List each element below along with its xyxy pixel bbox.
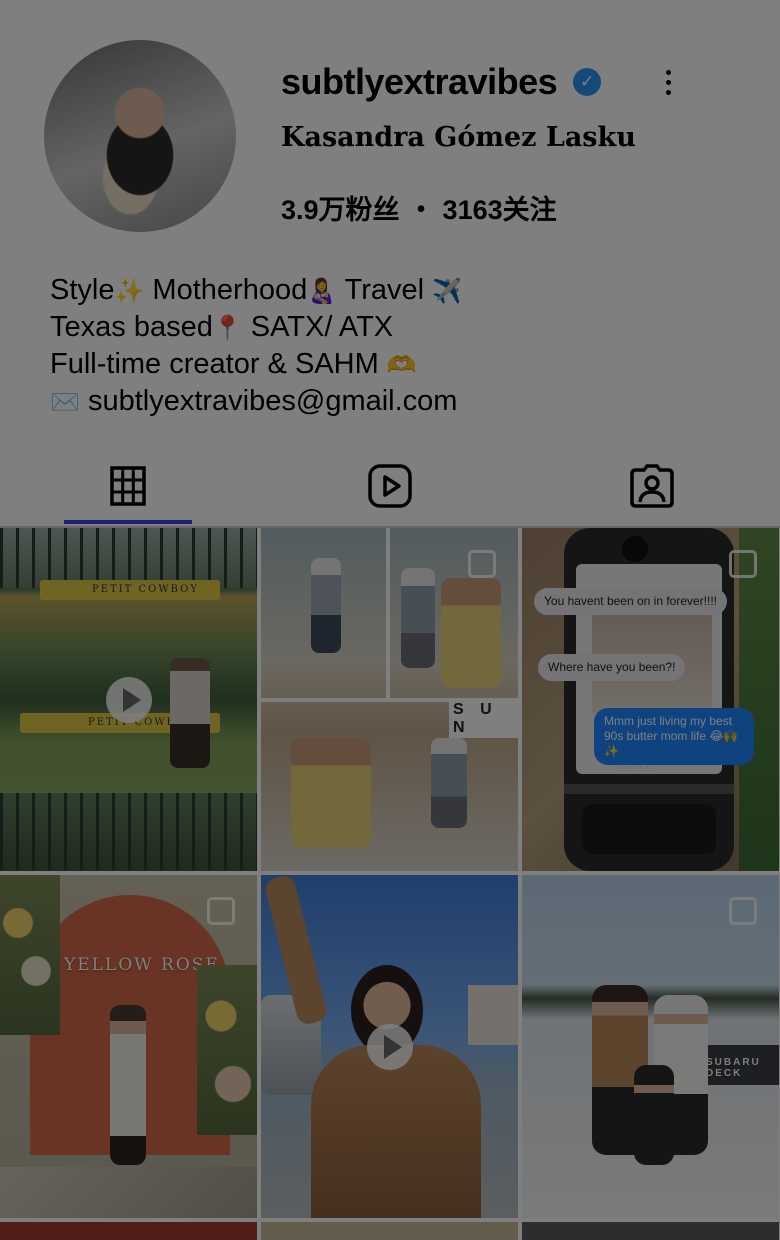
bio-line: Style✨ Motherhood👩‍🍼 Travel ✈️ xyxy=(50,272,462,309)
tab-tagged[interactable] xyxy=(588,448,716,524)
reels-icon xyxy=(368,464,412,508)
bio-text: Style xyxy=(50,274,115,306)
phone-hinge xyxy=(564,784,734,794)
profile-tabs xyxy=(0,448,780,528)
post-thumbnail[interactable]: SUBARU DECK xyxy=(522,875,779,1218)
tab-posts[interactable] xyxy=(64,448,192,524)
phone-camera xyxy=(622,536,648,562)
person-figure xyxy=(170,658,210,768)
mother-icon: 👩‍🍼 xyxy=(307,277,338,305)
person-coat xyxy=(311,1045,481,1218)
post-thumbnail[interactable] xyxy=(261,875,518,1218)
post-thumbnail[interactable] xyxy=(522,1222,779,1240)
post-thumbnail[interactable]: SCRL You havent been on in forever!!!! W… xyxy=(522,528,779,871)
heart-hands-icon: 🫶 xyxy=(386,351,417,379)
profile-bio: Style✨ Motherhood👩‍🍼 Travel ✈️ Texas bas… xyxy=(50,272,462,420)
carousel-icon xyxy=(207,897,235,925)
post-thumbnail[interactable]: YELLOW ROSE xyxy=(0,875,257,1218)
bio-line: Full-time creator & SAHM 🫶 xyxy=(50,346,462,383)
post-sign-text: SUBARU DECK xyxy=(706,1057,761,1079)
message-bubble: Mmm just living my best 90s butter mom li… xyxy=(594,708,754,765)
bio-line: ✉️ subtlyextravibes@gmail.com xyxy=(50,383,462,420)
letter-blocks: S U N xyxy=(449,700,518,738)
plant-leaves xyxy=(739,528,779,871)
post-thumbnail[interactable] xyxy=(0,1222,257,1240)
profile-avatar[interactable] xyxy=(44,40,236,232)
child-figure xyxy=(311,558,341,653)
child-figure xyxy=(401,568,435,668)
profile-stats: 3.9万粉丝 ・ 3163关注 xyxy=(281,188,557,227)
tab-reels[interactable] xyxy=(326,448,454,524)
play-icon xyxy=(366,1023,413,1070)
message-bubble: You havent been on in forever!!!! xyxy=(534,588,728,615)
followers-count[interactable]: 3.9万粉丝 xyxy=(281,188,400,227)
message-text: Mmm just living my best xyxy=(604,714,733,728)
bio-line: Texas based📍 SATX/ ATX xyxy=(50,309,462,346)
person-figure xyxy=(110,1005,146,1165)
post-image-area xyxy=(0,793,257,871)
building xyxy=(468,985,518,1045)
grid-icon xyxy=(110,466,146,506)
man-figure xyxy=(441,578,501,688)
sparkles-icon: ✨ xyxy=(114,277,145,305)
verified-badge-icon: ✓ xyxy=(573,68,602,96)
posts-grid: PETIT COWBOY PETIT COWBOY S U N SCRL You… xyxy=(0,528,780,1240)
flower-arrangement xyxy=(197,965,257,1135)
bio-text: Travel xyxy=(337,274,433,306)
airplane-icon: ✈️ xyxy=(432,277,463,305)
bio-email[interactable]: subtlyextravibes@gmail.com xyxy=(80,385,458,417)
tagged-icon xyxy=(630,464,674,508)
location-pin-icon: 📍 xyxy=(212,314,243,342)
bio-text: Full-time creator & SAHM xyxy=(50,348,387,380)
post-sign-text: PETIT COWBOY xyxy=(92,584,199,595)
bio-text: SATX/ ATX xyxy=(242,311,394,343)
post-image-area xyxy=(0,528,257,588)
post-thumbnail[interactable] xyxy=(261,1222,518,1240)
username-row: subtlyextravibes ✓ xyxy=(281,58,602,106)
bio-text: Texas based xyxy=(50,311,213,343)
collage-divider xyxy=(386,528,390,698)
child-figure xyxy=(431,738,467,828)
man-figure xyxy=(291,738,371,848)
stats-separator: ・ xyxy=(407,195,435,225)
carousel-icon xyxy=(468,550,496,578)
flower-arrangement xyxy=(0,875,60,1035)
message-text: 90s butter mom life 😂🙌✨ xyxy=(604,729,739,758)
more-options-icon[interactable] xyxy=(655,66,681,98)
bio-text: Motherhood xyxy=(144,274,308,306)
child-figure xyxy=(634,1065,674,1165)
carousel-icon xyxy=(729,897,757,925)
phone-keypad xyxy=(582,804,716,854)
floor xyxy=(0,1167,257,1218)
post-thumbnail[interactable]: S U N xyxy=(261,528,518,871)
post-thumbnail[interactable]: PETIT COWBOY PETIT COWBOY xyxy=(0,528,257,871)
play-icon xyxy=(105,676,152,723)
envelope-icon: ✉️ xyxy=(50,388,80,416)
carousel-icon xyxy=(729,550,757,578)
username[interactable]: subtlyextravibes xyxy=(281,61,558,103)
following-count[interactable]: 3163关注 xyxy=(443,188,557,227)
full-name: Kasandra Gómez Lasku xyxy=(281,122,636,153)
message-bubble: Where have you been?! xyxy=(538,654,686,681)
